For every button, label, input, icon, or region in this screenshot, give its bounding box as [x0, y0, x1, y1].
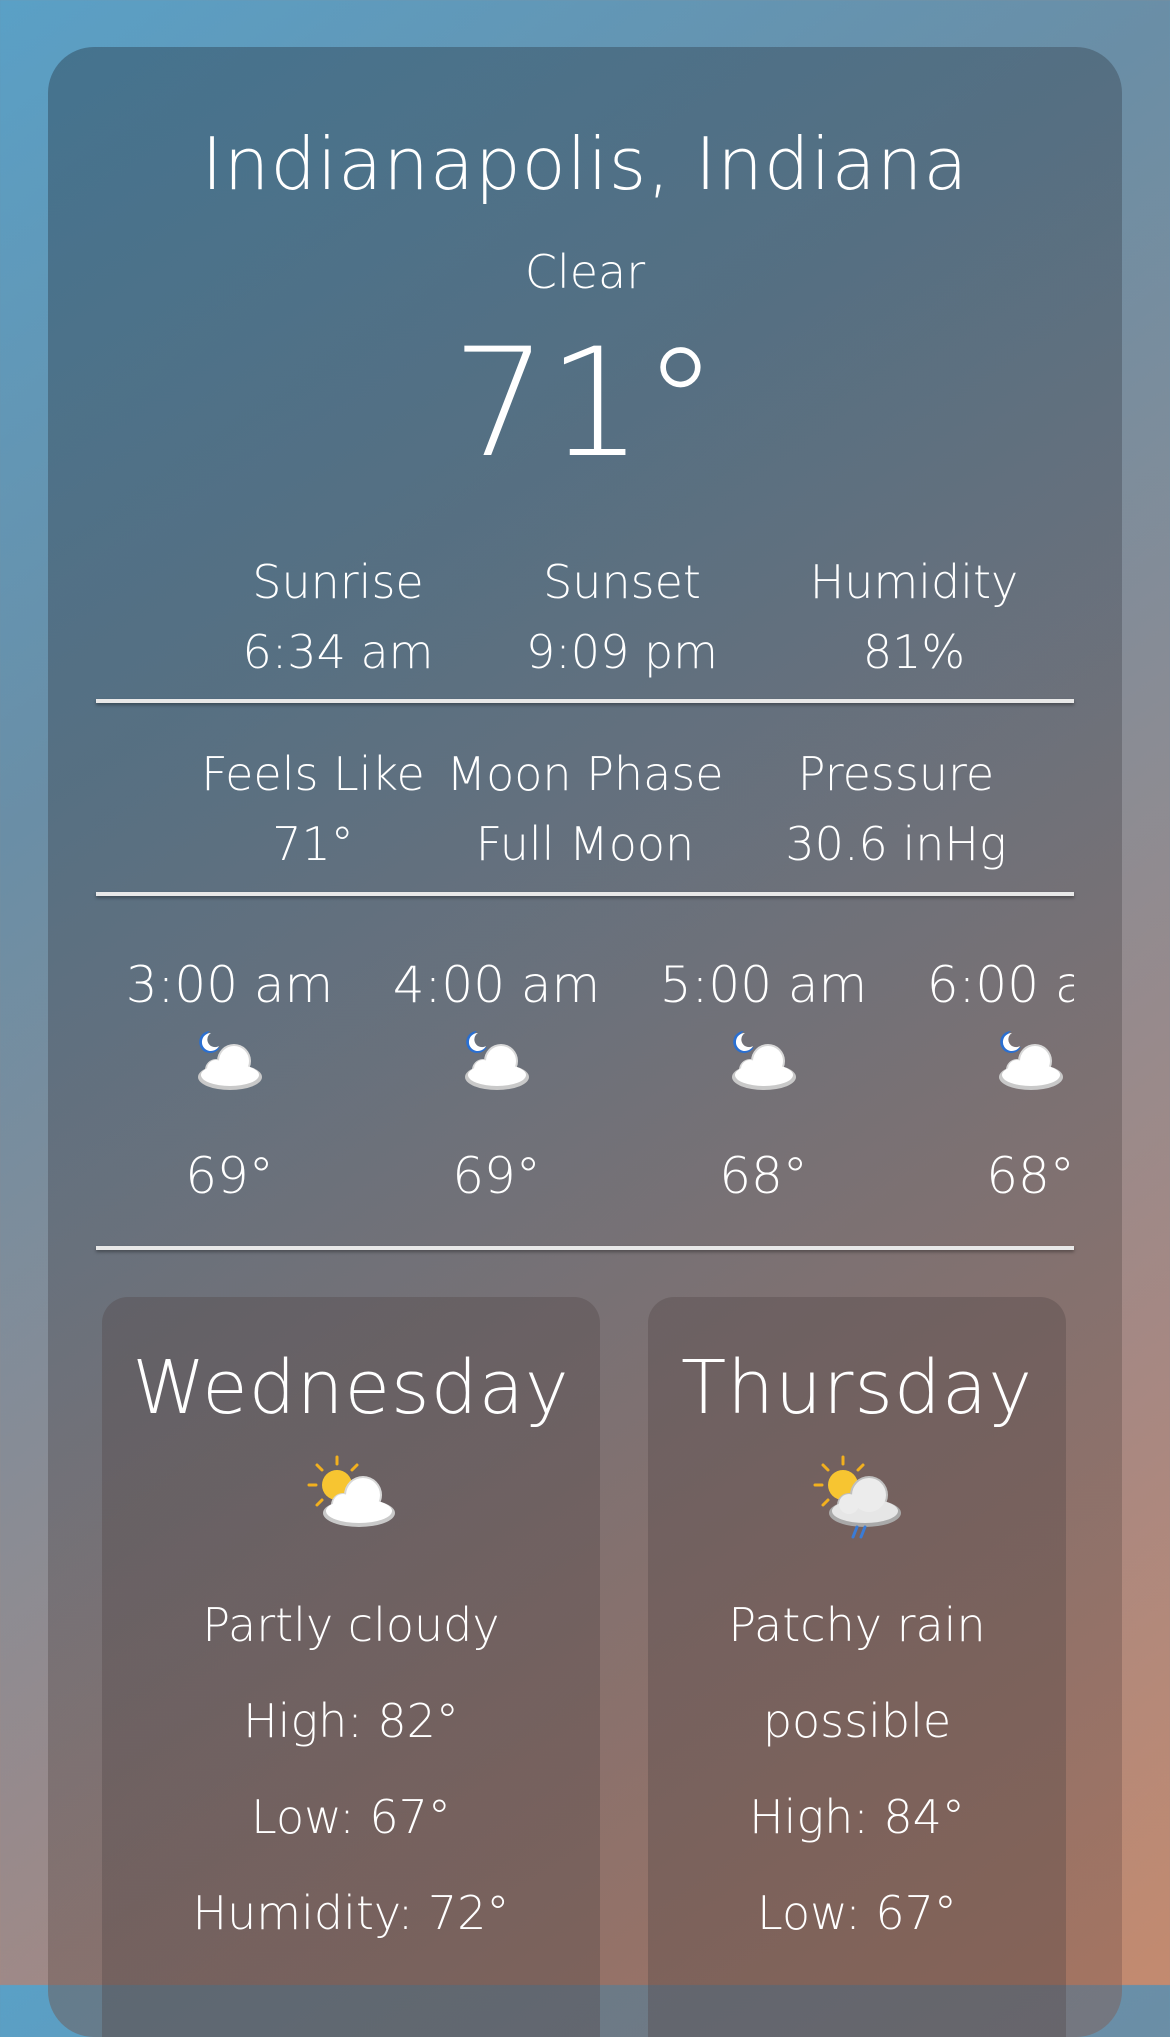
partly-cloudy-icon	[303, 1453, 399, 1543]
hour-time: 3:00 am	[125, 956, 334, 1014]
day-humidity: Humidity: 72°	[192, 1886, 510, 1940]
humidity-value: 81%	[862, 625, 966, 679]
daily-card-thursday[interactable]: Thursday Patchy rain possible High: 84° …	[648, 1297, 1066, 2037]
day-high: High: 82°	[243, 1694, 459, 1748]
sunset-label: Sunset	[543, 555, 701, 609]
moon-phase-label: Moon Phase	[446, 747, 724, 801]
humidity-label: Humidity	[809, 555, 1019, 609]
divider	[96, 1246, 1074, 1250]
divider	[96, 699, 1074, 703]
sunrise-value: 6:34 am	[242, 625, 434, 679]
pressure-value: 30.6 inHg	[785, 817, 1007, 871]
divider	[96, 892, 1074, 896]
night-partly-cloudy-icon	[457, 1027, 537, 1107]
hour-time: 6:00 am	[926, 956, 1074, 1014]
day-low: Low: 67°	[251, 1790, 451, 1844]
hourly-item: 6:00 am 68°	[897, 937, 1074, 1205]
hour-time: 4:00 am	[392, 956, 601, 1014]
patchy-rain-icon	[809, 1453, 905, 1543]
moon-phase-value: Full Moon	[475, 817, 695, 871]
current-condition: Clear	[524, 245, 646, 299]
day-name: Wednesday	[132, 1345, 570, 1431]
current-temperature: 71°	[452, 317, 718, 491]
hour-time: 5:00 am	[659, 956, 868, 1014]
day-high: High: 84°	[749, 1790, 965, 1844]
sunrise-stat: Sunrise 6:34 am	[178, 547, 498, 687]
pressure-stat: Pressure 30.6 inHg	[716, 739, 1076, 879]
day-description-line-1: Patchy rain	[728, 1598, 986, 1652]
moon-phase-stat: Moon Phase Full Moon	[405, 739, 765, 879]
hourly-item: 5:00 am 68°	[630, 937, 897, 1205]
hour-temp: 69°	[185, 1147, 274, 1205]
day-description-line-2: possible	[762, 1694, 952, 1748]
night-partly-cloudy-icon	[724, 1027, 804, 1107]
hour-temp: 68°	[986, 1147, 1074, 1205]
humidity-stat: Humidity 81%	[754, 547, 1074, 687]
hourly-forecast[interactable]: 3:00 am 69° 4:00 am 69° 5:00 am 68° 6:00…	[96, 937, 1074, 1297]
day-name: Thursday	[680, 1345, 1034, 1431]
weather-card: Indianapolis, Indiana Clear 71° Sunrise …	[48, 47, 1122, 2037]
hourly-item: 4:00 am 69°	[363, 937, 630, 1205]
sunrise-label: Sunrise	[252, 555, 424, 609]
daily-card-wednesday[interactable]: Wednesday Partly cloudy High: 82° Low: 6…	[102, 1297, 600, 2037]
day-low: Low: 67°	[757, 1886, 957, 1940]
sunset-stat: Sunset 9:09 pm	[462, 547, 782, 687]
pressure-label: Pressure	[797, 747, 995, 801]
night-partly-cloudy-icon	[991, 1027, 1071, 1107]
hour-temp: 68°	[719, 1147, 808, 1205]
night-partly-cloudy-icon	[190, 1027, 270, 1107]
day-description: Partly cloudy	[202, 1598, 500, 1652]
hourly-item: 3:00 am 69°	[96, 937, 363, 1205]
hour-temp: 69°	[452, 1147, 541, 1205]
location-title: Indianapolis, Indiana	[201, 122, 969, 206]
sunset-value: 9:09 pm	[526, 625, 718, 679]
